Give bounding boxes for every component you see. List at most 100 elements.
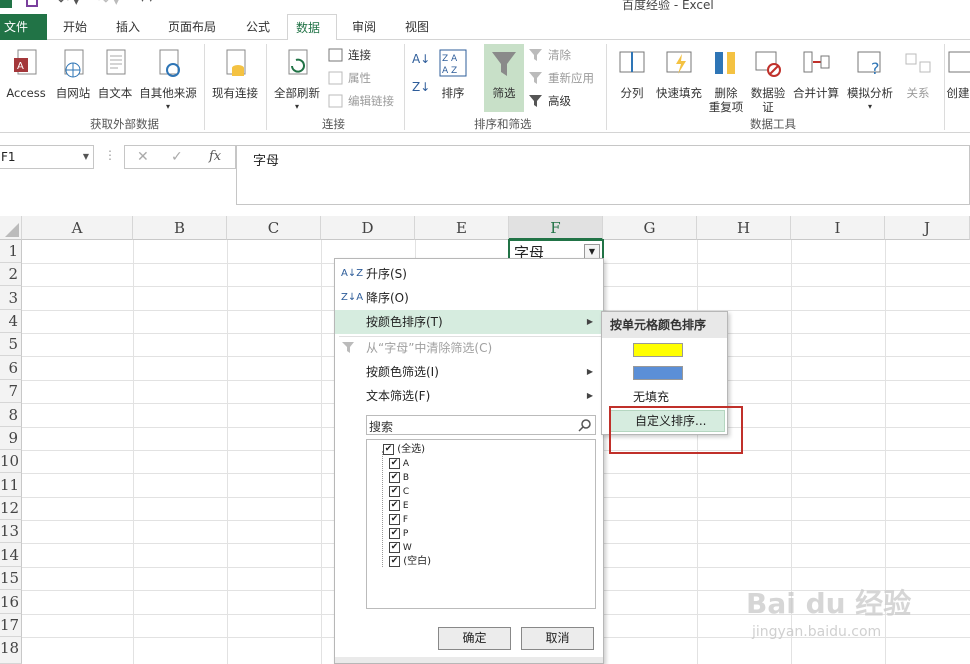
row-header[interactable]: 12 — [0, 497, 22, 520]
formula-input[interactable]: 字母 — [236, 145, 970, 205]
cancel-button[interactable]: 取消 — [521, 627, 594, 650]
from-other-sources-button[interactable]: 自其他来源 ▾ — [136, 48, 200, 114]
filter-item[interactable]: ✔ E — [389, 499, 409, 513]
text-filters-item[interactable]: 文本筛选(F) ▶ — [335, 384, 603, 408]
filter-item-select-all[interactable]: ✔ (全选) — [383, 443, 425, 457]
row-header[interactable]: 7 — [0, 380, 22, 403]
row-header[interactable]: 4 — [0, 310, 22, 333]
checkbox-checked-icon[interactable]: ✔ — [389, 458, 400, 469]
from-access-button[interactable]: A Access — [2, 48, 50, 100]
flash-fill-button[interactable]: 快速填充 — [652, 48, 706, 100]
sort-button[interactable]: Z AA Z 排序 — [436, 48, 470, 100]
column-header-e[interactable]: E — [415, 216, 509, 240]
checkbox-checked-icon[interactable]: ✔ — [389, 542, 400, 553]
edit-links-button[interactable]: 编辑链接 — [328, 90, 394, 112]
text-to-columns-button[interactable]: 分列 — [612, 48, 652, 100]
reapply-button[interactable]: 重新应用 — [528, 67, 594, 89]
row-header[interactable]: 13 — [0, 520, 22, 543]
from-web-button[interactable]: 自网站 — [52, 48, 94, 100]
checkbox-checked-icon[interactable]: ✔ — [389, 472, 400, 483]
column-header-j[interactable]: J — [885, 216, 970, 240]
checkbox-checked-icon[interactable]: ✔ — [389, 500, 400, 511]
column-header-a[interactable]: A — [22, 216, 133, 240]
row-header[interactable]: 2 — [0, 263, 22, 286]
filter-item[interactable]: ✔ W — [389, 541, 412, 555]
row-header[interactable]: 10 — [0, 450, 22, 473]
clear-button[interactable]: 清除 — [528, 44, 571, 66]
data-validation-button[interactable]: 数据验 证 — [748, 48, 788, 114]
sort-descending-item[interactable]: Z↓A 降序(O) — [335, 286, 603, 310]
tab-insert[interactable]: 插入 — [108, 14, 148, 40]
refresh-all-button[interactable]: 全部刷新 ▾ — [270, 48, 324, 114]
what-if-analysis-button[interactable]: ? 模拟分析 ▾ — [842, 48, 898, 114]
existing-connections-button[interactable]: 现有连接 — [208, 48, 262, 100]
name-box-dropdown-icon[interactable]: ▼ — [83, 146, 89, 168]
tab-view[interactable]: 视图 — [397, 14, 437, 40]
tab-review[interactable]: 审阅 — [344, 14, 384, 40]
sort-color-yellow-item[interactable] — [606, 340, 723, 360]
properties-button[interactable]: 属性 — [328, 67, 371, 89]
column-header-f[interactable]: F — [509, 216, 603, 240]
select-all-corner[interactable] — [0, 216, 22, 240]
sort-az-icon[interactable]: A↓ Z↓ — [412, 52, 430, 94]
row-header[interactable]: 8 — [0, 403, 22, 427]
resize-handle[interactable] — [335, 657, 603, 663]
redo-icon[interactable]: ↷ ▾ — [98, 0, 120, 9]
row-header[interactable]: 15 — [0, 567, 22, 590]
checkbox-checked-icon[interactable]: ✔ — [383, 443, 394, 455]
tab-home[interactable]: 开始 — [55, 14, 95, 40]
row-header[interactable]: 18 — [0, 637, 22, 664]
row-header[interactable]: 14 — [0, 543, 22, 567]
name-box[interactable]: F1 ▼ — [0, 145, 94, 169]
row-header[interactable]: 16 — [0, 590, 22, 614]
connections-button[interactable]: 连接 — [328, 44, 371, 66]
enter-icon[interactable]: ✓ — [171, 149, 183, 165]
row-header[interactable]: 11 — [0, 473, 22, 497]
row-header[interactable]: 3 — [0, 286, 22, 310]
tab-formulas[interactable]: 公式 — [238, 14, 278, 40]
checkbox-checked-icon[interactable]: ✔ — [389, 555, 400, 567]
tab-file[interactable]: 文件 — [0, 14, 47, 40]
row-header[interactable]: 9 — [0, 427, 22, 450]
checkbox-checked-icon[interactable]: ✔ — [389, 514, 400, 525]
relationships-button[interactable]: 关系 — [898, 48, 938, 100]
clear-filter-item[interactable]: 从“字母”中清除筛选(C) — [335, 336, 603, 360]
checkbox-checked-icon[interactable]: ✔ — [389, 486, 400, 497]
sort-color-blue-item[interactable] — [606, 363, 723, 383]
filter-item[interactable]: ✔ F — [389, 513, 408, 527]
row-header[interactable]: 5 — [0, 333, 22, 356]
column-header-i[interactable]: I — [791, 216, 885, 240]
consolidate-button[interactable]: 合并计算 — [790, 48, 842, 100]
filter-by-color-item[interactable]: 按颜色筛选(I) ▶ — [335, 360, 603, 384]
row-header[interactable]: 1 — [0, 240, 22, 263]
cancel-icon[interactable]: ✕ — [137, 149, 149, 165]
save-icon[interactable] — [26, 0, 38, 7]
filter-search-box[interactable]: 搜索 — [366, 415, 596, 435]
remove-duplicates-button[interactable]: 删除 重复项 — [706, 48, 746, 114]
customize-qat-icon[interactable]: ▾ ▾ — [140, 0, 153, 5]
column-header-c[interactable]: C — [227, 216, 321, 240]
ok-button[interactable]: 确定 — [438, 627, 511, 650]
more-options-icon[interactable]: ⋮ — [104, 148, 116, 162]
filter-item-blanks[interactable]: ✔ (空白) — [389, 555, 431, 569]
undo-icon[interactable]: ↶ ▾ — [58, 0, 80, 9]
sort-ascending-item[interactable]: A↓Z 升序(S) — [335, 262, 603, 286]
column-header-g[interactable]: G — [603, 216, 697, 240]
column-header-b[interactable]: B — [133, 216, 227, 240]
row-header[interactable]: 6 — [0, 356, 22, 380]
tab-page-layout[interactable]: 页面布局 — [160, 14, 224, 40]
advanced-filter-button[interactable]: 高级 — [528, 90, 571, 112]
sort-by-color-item[interactable]: 按颜色排序(T) ▶ — [335, 310, 603, 334]
row-header[interactable]: 17 — [0, 614, 22, 637]
insert-function-icon[interactable]: fx — [209, 149, 221, 164]
checkbox-checked-icon[interactable]: ✔ — [389, 528, 400, 539]
filter-item[interactable]: ✔ P — [389, 527, 408, 541]
no-fill-item[interactable]: 无填充 — [633, 387, 669, 407]
filter-item[interactable]: ✔ A — [389, 457, 409, 471]
column-header-d[interactable]: D — [321, 216, 415, 240]
tab-data[interactable]: 数据 — [287, 14, 337, 41]
filter-button[interactable]: 筛选 — [484, 44, 524, 112]
create-group-button[interactable]: 创建 — [946, 48, 970, 100]
filter-item[interactable]: ✔ C — [389, 485, 409, 499]
column-header-h[interactable]: H — [697, 216, 791, 240]
